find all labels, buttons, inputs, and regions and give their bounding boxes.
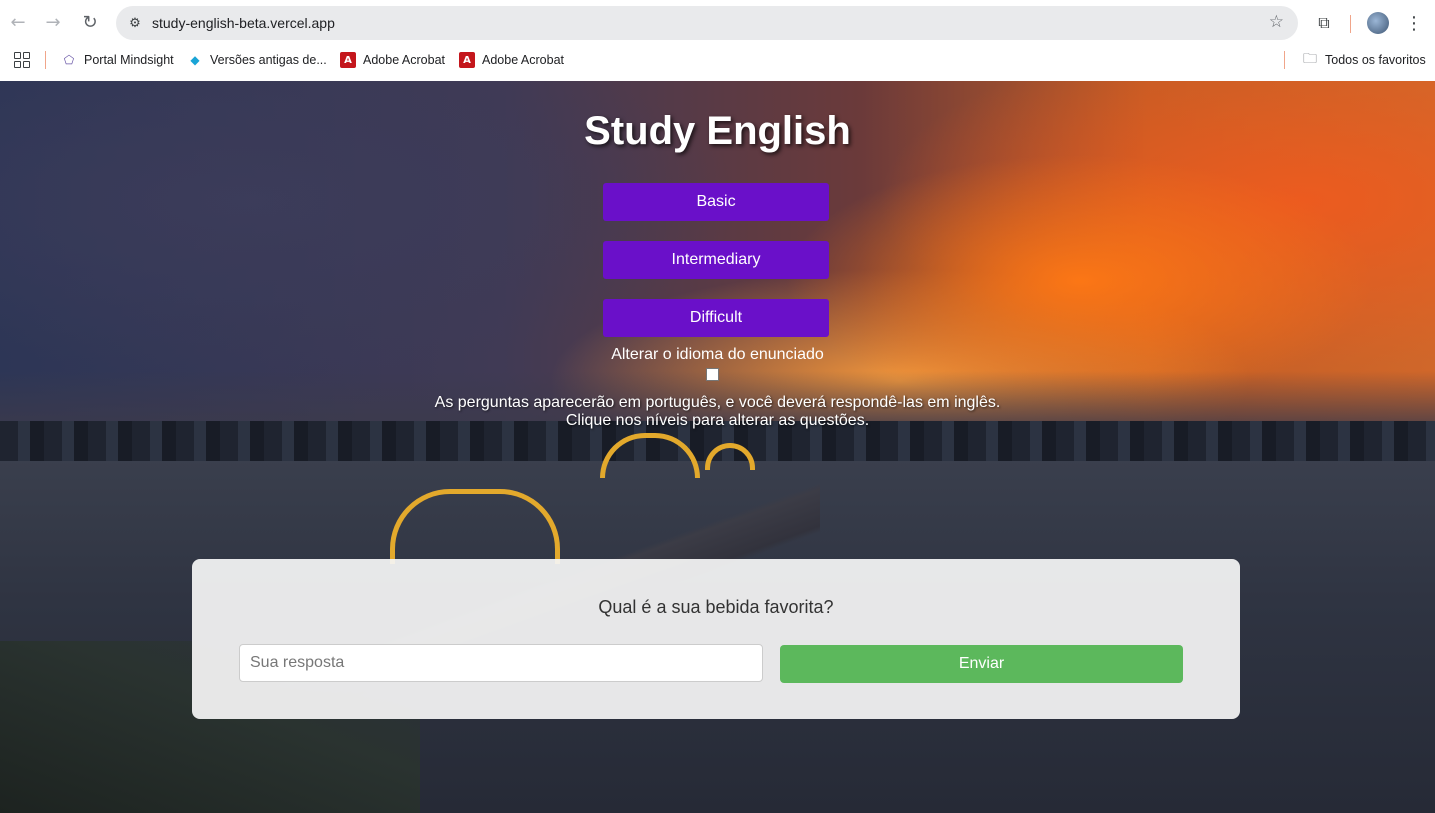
bookmark-label: Versões antigas de... [210,53,327,67]
back-icon[interactable]: ← [6,10,30,34]
language-toggle-label: Alterar o idioma do enunciado [611,346,824,363]
forward-icon[interactable]: → [41,10,65,34]
apps-icon[interactable] [14,46,30,74]
diamond-icon: ◆ [190,53,200,67]
bookmark-star-icon[interactable]: ☆ [1269,12,1284,32]
bookmark-adobe-acrobat-1[interactable]: A Adobe Acrobat [340,46,445,74]
pentagon-icon: ⬠ [63,53,75,67]
level-basic-button[interactable]: Basic [603,183,829,221]
level-intermediary-button[interactable]: Intermediary [603,241,829,279]
bookmark-portal-mindsight[interactable]: ⬠ Portal Mindsight [61,46,174,74]
bookmarks-bar: ⬠ Portal Mindsight ◆ Versões antigas de.… [0,46,1435,74]
question-text: Qual é a sua bebida favorita? [598,597,834,617]
background-bridge-arch [390,489,560,564]
bookmark-adobe-acrobat-2[interactable]: A Adobe Acrobat [459,46,564,74]
pdf-icon: A [459,52,475,68]
all-bookmarks-folder[interactable]: 🗀 Todos os favoritos [1302,46,1426,74]
language-toggle-checkbox[interactable] [706,368,719,381]
address-bar[interactable]: ⚙ study-english-beta.vercel.app ☆ [116,6,1298,40]
folder-icon: 🗀 [1303,51,1317,67]
bookmarks-divider [45,51,46,69]
answer-input[interactable] [239,644,763,682]
pdf-icon: A [340,52,356,68]
avatar [1367,12,1389,34]
site-info-icon[interactable]: ⚙ [124,12,146,34]
reload-icon[interactable]: ↻ [78,10,102,34]
bookmark-label: Todos os favoritos [1325,53,1426,67]
info-text-line1: As perguntas aparecerão em português, e … [434,394,1001,411]
page-viewport: Study English Basic Intermediary Difficu… [0,81,1435,813]
extensions-icon[interactable]: ⧉ [1311,10,1337,36]
question-card: Qual é a sua bebida favorita? Enviar [192,559,1240,719]
submit-button[interactable]: Enviar [780,645,1183,683]
url-text[interactable]: study-english-beta.vercel.app [152,15,335,31]
bookmarks-divider [1284,51,1285,69]
bookmark-versoes-antigas[interactable]: ◆ Versões antigas de... [187,46,327,74]
bookmark-label: Adobe Acrobat [482,53,565,67]
menu-kebab-icon[interactable]: ⋮ [1401,10,1427,36]
level-difficult-button[interactable]: Difficult [603,299,829,337]
info-text-line2: Clique nos níveis para alterar as questõ… [565,412,870,429]
bookmark-label: Adobe Acrobat [363,53,446,67]
profile-avatar[interactable] [1365,10,1391,36]
toolbar-divider [1350,15,1351,33]
page-title: Study English [584,109,851,153]
bookmark-label: Portal Mindsight [84,53,174,67]
browser-chrome: ← → ↻ ⚙ study-english-beta.vercel.app ☆ … [0,0,1435,82]
